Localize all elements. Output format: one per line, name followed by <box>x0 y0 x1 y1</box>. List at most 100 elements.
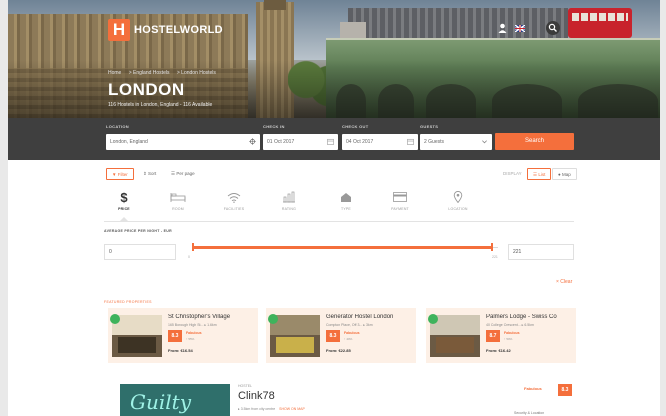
sort-button[interactable]: ⇕ Sort <box>138 168 162 180</box>
hero-banner: H HOSTELWORLD Home > England Hostels > L… <box>8 0 660 118</box>
page: H HOSTELWORLD Home > England Hostels > L… <box>8 0 660 416</box>
listing-name[interactable]: Clink78 <box>238 390 275 402</box>
list-view-button[interactable]: ☰ List <box>527 168 552 180</box>
clear-filters-link[interactable]: × Clear <box>556 279 572 285</box>
search-bar: LOCATION London, England CHECK IN 01 Oct… <box>8 118 660 160</box>
property-listing[interactable]: Guilty HOSTEL Clink78 ▸ 3.5km from city … <box>114 382 576 416</box>
per-page-label: Per page <box>176 171 195 176</box>
user-icon[interactable] <box>496 22 508 34</box>
filter-button[interactable]: ▼ Filter <box>106 168 134 180</box>
price-slider-min-handle[interactable] <box>192 243 194 251</box>
chart-icon <box>269 190 309 204</box>
checkout-label: CHECK OUT <box>342 124 369 129</box>
sort-label: Sort <box>148 171 157 176</box>
hero-shade <box>8 60 660 118</box>
tab-room[interactable]: ROOM <box>158 190 198 211</box>
featured-card[interactable]: St Christopher's Village 165 Borough Hig… <box>108 308 258 363</box>
hero-tower-top <box>264 0 286 10</box>
rating-percent: ↑ 50% <box>504 337 513 341</box>
hero-red-bus <box>568 8 632 38</box>
header-icons <box>496 22 532 34</box>
rating-label: Fabulous <box>504 331 520 335</box>
property-name: Generator Hostel London <box>326 314 394 320</box>
map-pin-icon: ● <box>558 172 561 177</box>
guests-label: GUESTS <box>420 124 439 129</box>
tab-location-label: LOCATION <box>448 207 468 211</box>
property-address: 165 Borough High St... ▸ 1.6km <box>168 323 217 327</box>
tab-price-label: PRICE <box>118 207 130 211</box>
flag-icon[interactable] <box>514 22 526 34</box>
tab-rating-label: RATING <box>281 207 297 211</box>
dollar-icon: $ <box>104 190 144 204</box>
list-icon: ☰ <box>533 172 538 177</box>
per-page-icon: ☰ <box>171 171 176 176</box>
tab-facilities-label: FACILITIES <box>223 207 245 211</box>
header-search-button[interactable] <box>546 21 560 35</box>
checkout-value: 04 Oct 2017 <box>346 139 374 145</box>
filter-label: Filter <box>117 172 128 177</box>
location-input[interactable]: London, England <box>106 134 260 150</box>
tabs-divider <box>104 221 574 222</box>
checkin-label: CHECK IN <box>263 124 285 129</box>
slider-max-label: 221 <box>492 255 498 259</box>
tab-type[interactable]: TYPE <box>326 190 366 211</box>
bed-icon <box>158 190 198 204</box>
per-page-button[interactable]: ☰ Per page <box>166 168 200 180</box>
logo-text: HOSTELWORLD <box>134 24 223 36</box>
location-value: London, England <box>110 139 148 145</box>
featured-title: FEATURED PROPERTIES <box>104 300 152 304</box>
tab-rating[interactable]: RATING <box>269 190 309 211</box>
filter-icon: ▼ <box>112 172 117 177</box>
rating-score: 8.3 <box>326 330 340 342</box>
rating-percent: ↑ 40% <box>344 337 353 341</box>
locate-icon <box>249 138 256 145</box>
pin-icon <box>438 190 478 204</box>
list-label: List <box>538 172 546 177</box>
page-title: LONDON <box>108 80 185 99</box>
rating-label: Fabulous <box>186 331 202 335</box>
price-from: From: €16.54 <box>168 348 193 353</box>
max-price-input[interactable]: 221 <box>508 244 574 260</box>
rating-percent: ↑ 55% <box>186 337 195 341</box>
display-label: DISPLAY <box>498 168 527 180</box>
tab-location[interactable]: LOCATION <box>438 190 478 211</box>
listing-type: HOSTEL <box>238 384 253 388</box>
checkout-input[interactable]: 04 Oct 2017 <box>342 134 418 150</box>
listing-distance-text: ▸ 3.5km from city centre <box>238 407 276 411</box>
tab-facilities[interactable]: FACILITIES <box>214 190 254 211</box>
featured-card[interactable]: Generator Hostel London Compton Place, O… <box>266 308 416 363</box>
rating-score: 8.3 <box>168 330 182 342</box>
thumbs-up-icon <box>110 314 120 324</box>
search-button[interactable]: Search <box>495 133 574 150</box>
site-logo[interactable]: H HOSTELWORLD <box>108 19 223 41</box>
price-filter-title: AVERAGE PRICE PER NIGHT - EUR <box>104 229 172 233</box>
show-on-map-link[interactable]: SHOW ON MAP <box>279 407 305 411</box>
results-summary: 116 Hostels in London, England - 116 Ava… <box>108 102 213 108</box>
featured-card[interactable]: Palmers Lodge - Swiss Co 40 College Cres… <box>426 308 576 363</box>
property-address: 40 College Crescent... ▸ 6.5km <box>486 323 534 327</box>
property-image <box>270 315 320 357</box>
breadcrumb-city[interactable]: > London Hostels <box>177 70 216 76</box>
breadcrumb: Home > England Hostels > London Hostels <box>108 70 222 76</box>
map-view-button[interactable]: ● Map <box>552 168 577 180</box>
price-from: From: €16.42 <box>486 348 511 353</box>
listing-image-neon-sign: Guilty <box>130 390 191 414</box>
price-slider-max-handle[interactable] <box>491 243 493 251</box>
calendar-icon <box>327 138 334 145</box>
breadcrumb-country[interactable]: > England Hostels <box>129 70 170 76</box>
tab-type-label: TYPE <box>341 207 351 211</box>
tab-price[interactable]: $ PRICE <box>104 190 144 211</box>
breadcrumb-home[interactable]: Home <box>108 70 121 76</box>
listing-image[interactable]: Guilty <box>120 384 230 416</box>
home-icon <box>326 190 366 204</box>
tab-payment[interactable]: PAYMENT <box>380 190 420 211</box>
sort-icon: ⇕ <box>143 171 147 176</box>
guests-select[interactable]: 2 Guests <box>420 134 492 150</box>
logo-mark: H <box>108 19 130 41</box>
map-label: Map <box>561 172 571 177</box>
price-from: From: €22.85 <box>326 348 351 353</box>
min-price-input[interactable]: 0 <box>104 244 176 260</box>
checkin-input[interactable]: 01 Oct 2017 <box>263 134 338 150</box>
wifi-icon <box>214 190 254 204</box>
svg-text:$: $ <box>120 190 128 204</box>
